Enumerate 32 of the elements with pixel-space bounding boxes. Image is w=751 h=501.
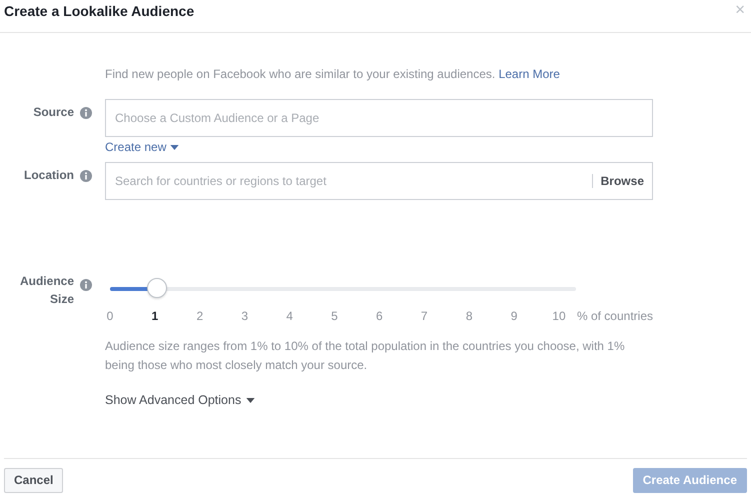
source-field[interactable]: Choose a Custom Audience or a Page <box>105 99 653 137</box>
location-field[interactable]: Search for countries or regions to target Browse <box>105 162 653 200</box>
info-icon <box>80 107 92 119</box>
tick-label: 1 <box>152 309 158 323</box>
field-label: Location <box>24 168 74 182</box>
learn-more-link[interactable]: Learn More <box>498 67 560 81</box>
tick-label: 4 <box>286 309 293 323</box>
field-label: Size <box>50 291 74 308</box>
tick-label: 10 <box>552 309 566 323</box>
tick-label: 3 <box>241 309 248 323</box>
tick-label: 8 <box>466 309 472 323</box>
slider-handle[interactable] <box>146 278 167 298</box>
caret-icon <box>246 398 256 402</box>
dialog-title: Create a Lookalike Audience <box>4 3 194 19</box>
advanced-options-link[interactable]: Show Advanced Options <box>105 393 256 407</box>
info-icon <box>80 279 92 291</box>
tick-label: 9 <box>510 309 518 323</box>
cancel-button[interactable]: Cancel <box>4 468 64 492</box>
browse-button[interactable]: Browse <box>600 174 644 188</box>
create-new-link[interactable]: Create new <box>105 140 180 154</box>
intro-text: Find new people on Facebook who are similar to your existing audiences. Learn More <box>105 67 560 81</box>
field-label: Source <box>33 105 74 119</box>
tick-label: 6 <box>376 309 383 323</box>
tick-label: 7 <box>420 309 428 323</box>
tick-label: 0 <box>106 309 114 323</box>
size-description: Audience size ranges from 1% to 10% of the total population in the countries you choose, with 1% being those who most closely match your source. <box>105 338 626 374</box>
tick-label: 5 <box>331 309 338 323</box>
info-icon <box>80 170 92 182</box>
field-label: Audience <box>20 273 74 290</box>
unit-label: % of countries <box>576 309 653 323</box>
tick-label: 2 <box>196 309 204 323</box>
caret-icon <box>170 144 180 150</box>
